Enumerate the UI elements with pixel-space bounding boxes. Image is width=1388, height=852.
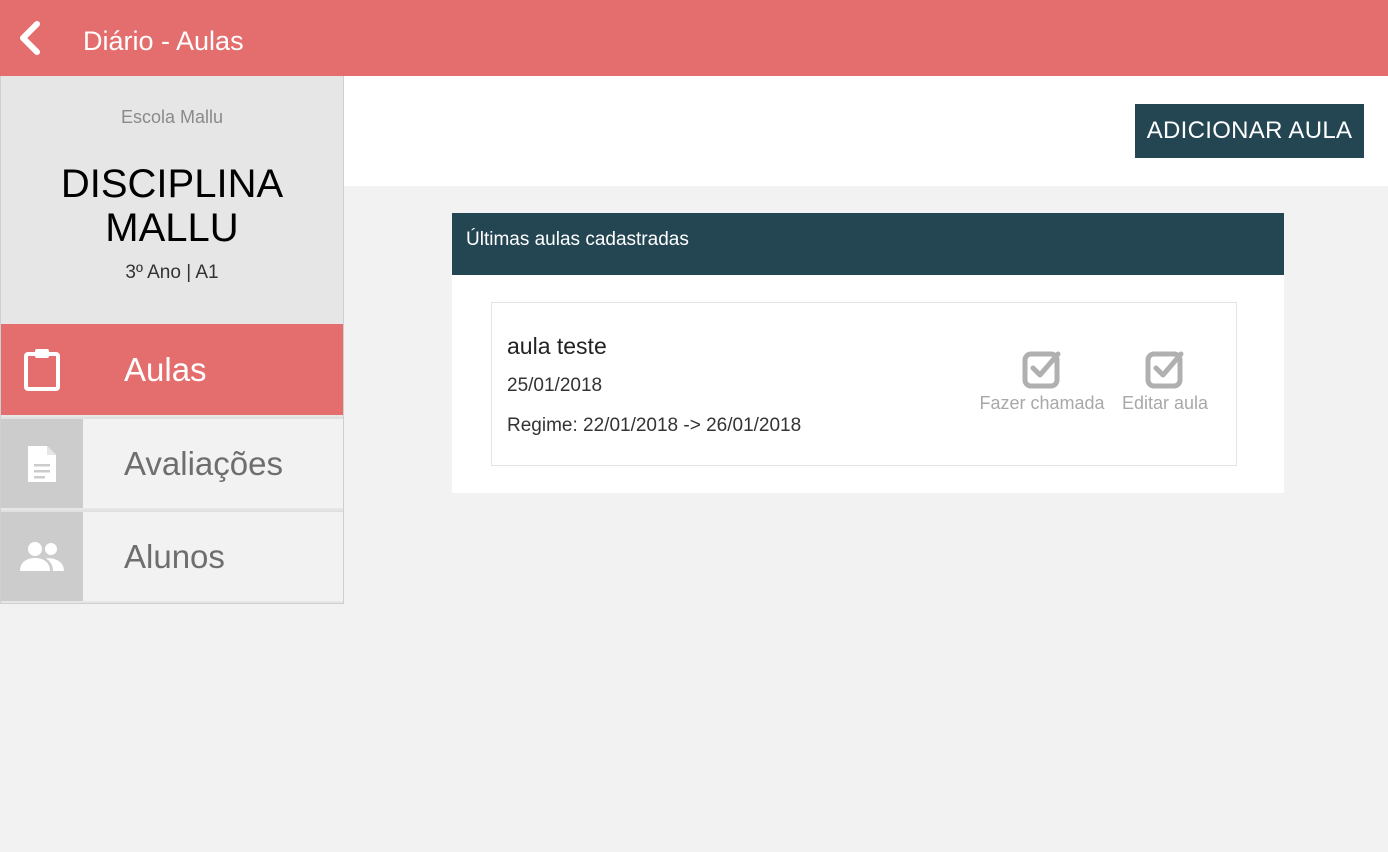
sidebar-item-label: Alunos: [124, 537, 225, 575]
sidebar-item-label: Aulas: [124, 350, 207, 388]
action-label: Fazer chamada: [979, 393, 1105, 413]
panel-title: Últimas aulas cadastradas: [452, 213, 1284, 275]
page-title: Diário - Aulas: [83, 26, 244, 56]
sidebar: Escola Mallu DISCIPLINA MALLU 3º Ano | A…: [0, 76, 344, 604]
checkbox-checked-icon: [1022, 351, 1061, 389]
sidebar-icon-wrap: [1, 512, 83, 601]
sidebar-icon-wrap: [1, 419, 83, 508]
checkbox-checked-icon: [1145, 351, 1184, 389]
lesson-title: aula teste: [507, 333, 607, 359]
sidebar-icon-wrap: [1, 324, 83, 415]
lesson-regime: Regime: 22/01/2018 -> 26/01/2018: [507, 415, 802, 436]
sidebar-item-avaliacoes[interactable]: Avaliações: [1, 417, 343, 508]
app-header: Diário - Aulas: [0, 0, 1388, 76]
school-name: Escola Mallu: [120, 107, 224, 127]
lesson-date: 25/01/2018: [507, 375, 603, 396]
take-attendance-button[interactable]: Fazer chamada: [977, 349, 1107, 414]
discipline-name: DISCIPLINA MALLU: [60, 162, 284, 250]
add-lesson-button[interactable]: ADICIONAR AULA: [1135, 104, 1364, 158]
lesson-card: aula teste 25/01/2018 Regime: 22/01/2018…: [491, 302, 1237, 466]
sidebar-item-aulas[interactable]: Aulas: [1, 324, 343, 415]
chevron-left-icon: [20, 21, 40, 55]
edit-lesson-button[interactable]: Editar aula: [1119, 349, 1211, 414]
document-icon: [28, 445, 56, 482]
back-button[interactable]: [14, 20, 46, 56]
sidebar-item-label: Avaliações: [124, 444, 283, 482]
class-info: 3º Ano | A1: [125, 262, 219, 283]
action-label: Editar aula: [1121, 393, 1209, 413]
sidebar-item-alunos[interactable]: Alunos: [1, 510, 343, 601]
lessons-panel: Últimas aulas cadastradas aula teste 25/…: [452, 213, 1284, 493]
people-icon: [20, 541, 64, 571]
clipboard-icon: [24, 348, 60, 391]
